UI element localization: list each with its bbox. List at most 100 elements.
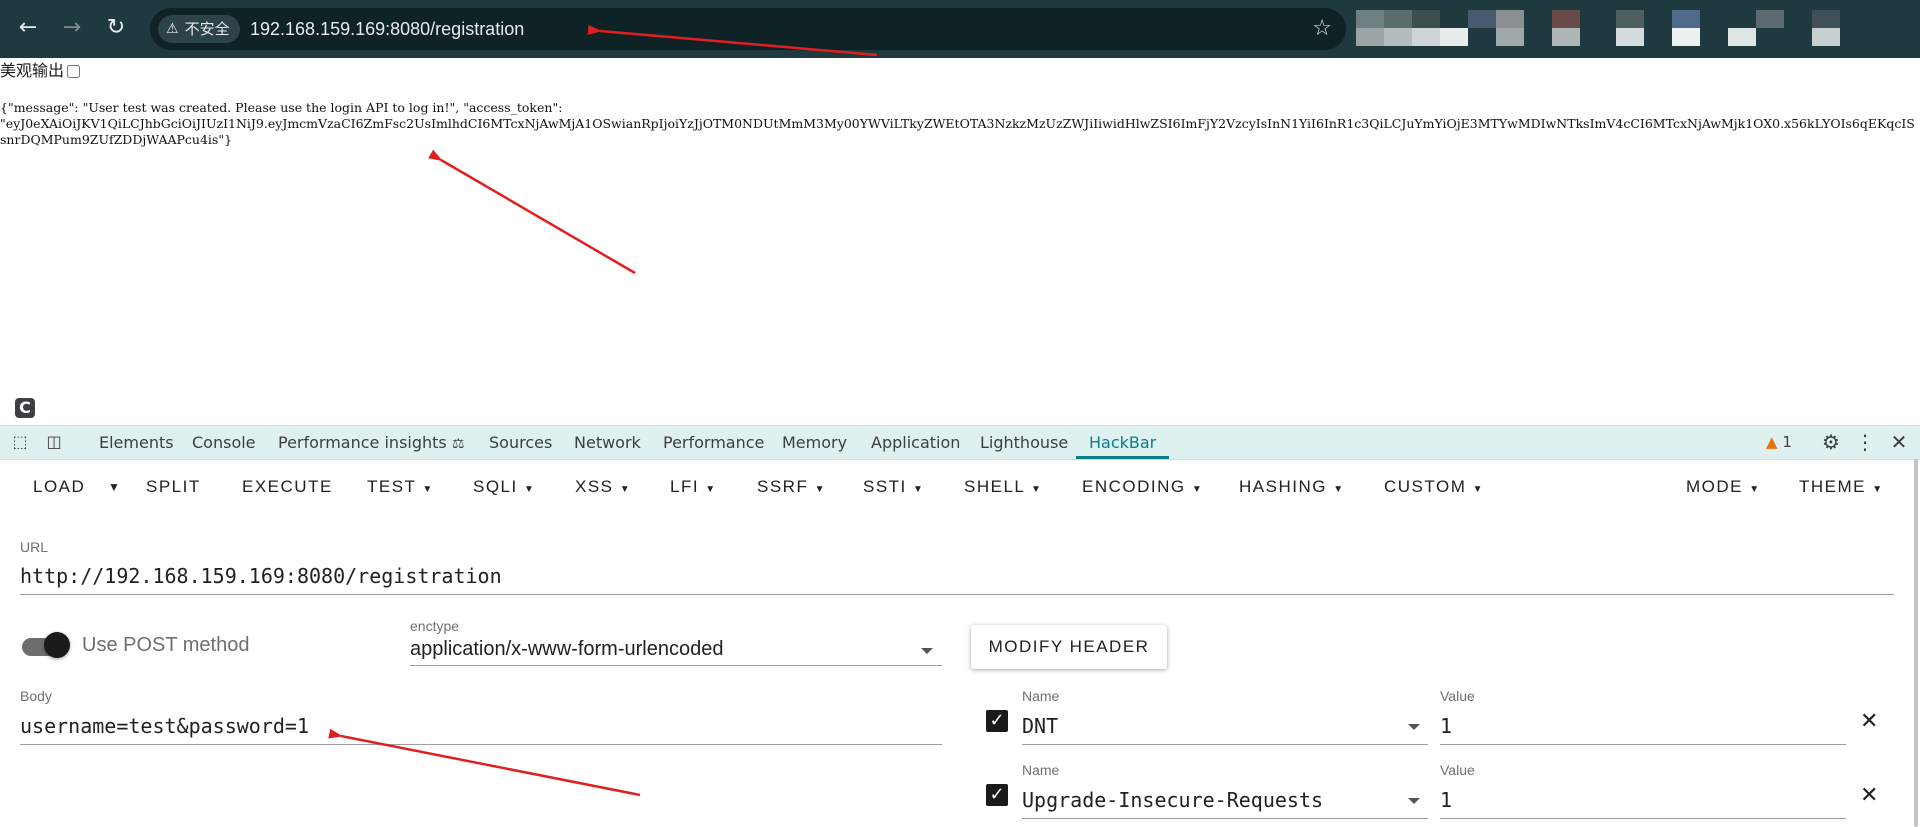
shell-menu[interactable]: SHELL ▼ — [964, 459, 1042, 515]
header-2-name-label: Name — [1022, 762, 1060, 778]
body-field-label: Body — [20, 688, 52, 704]
header-2-value-field[interactable]: 1 — [1440, 788, 1452, 812]
header-1-name-field[interactable]: DNT — [1022, 714, 1058, 738]
header-2-name-underline — [1022, 818, 1428, 819]
warning-count: 1 — [1782, 433, 1792, 451]
custom-menu[interactable]: CUSTOM ▼ — [1384, 459, 1484, 515]
hackbar-scrollbar[interactable] — [1914, 459, 1918, 827]
tab-elements[interactable]: Elements — [99, 426, 174, 459]
forward-button[interactable]: → — [56, 12, 88, 44]
split-button[interactable]: SPLIT — [146, 459, 201, 515]
post-toggle-switch[interactable] — [44, 632, 70, 658]
header-2-value-underline — [1440, 818, 1846, 819]
header-1-value-field[interactable]: 1 — [1440, 714, 1452, 738]
back-button[interactable]: ← — [12, 12, 44, 44]
settings-gear-icon[interactable]: ⚙ — [1820, 432, 1842, 452]
test-label: TEST — [367, 477, 417, 496]
bookmark-star-icon[interactable]: ☆ — [1312, 8, 1332, 50]
theme-menu[interactable]: THEME ▼ — [1799, 459, 1884, 515]
enctype-select[interactable]: application/x-www-form-urlencoded — [410, 638, 723, 661]
custom-label: CUSTOM — [1384, 477, 1467, 496]
blurred-extension-icons — [1356, 10, 1916, 56]
sqli-label: SQLI — [473, 477, 518, 496]
tab-network[interactable]: Network — [574, 426, 641, 459]
body-field[interactable]: username=test&password=1 — [20, 714, 309, 738]
modify-header-button[interactable]: MODIFY HEADER — [971, 625, 1167, 669]
ssrf-label: SSRF — [757, 477, 809, 496]
chevron-down-icon: ▼ — [1333, 484, 1345, 495]
load-dropdown-icon[interactable]: ▼ — [108, 459, 121, 515]
execute-button[interactable]: EXECUTE — [242, 459, 333, 515]
beautify-label: 美观输出 — [0, 61, 65, 80]
tab-application[interactable]: Application — [871, 426, 960, 459]
tab-console[interactable]: Console — [192, 426, 256, 459]
use-post-label: Use POST method — [82, 634, 250, 656]
header-2-checkbox[interactable]: ✓ — [986, 784, 1008, 806]
test-menu[interactable]: TEST ▼ — [367, 459, 434, 515]
arrow-left-icon: ← — [18, 15, 38, 40]
tab-performance-insights[interactable]: Performance insights ⚖ — [278, 426, 464, 459]
url-field-label: URL — [20, 539, 49, 555]
security-chip[interactable]: ⚠ 不安全 — [158, 15, 240, 43]
devtools-tabbar: ⬚ ◫ Elements Console Performance insight… — [0, 425, 1920, 460]
url-text[interactable]: 192.168.159.169:8080/registration — [250, 8, 524, 50]
device-toolbar-icon[interactable]: ◫ — [43, 432, 65, 452]
warnings-counter[interactable]: ▲ 1 — [1766, 426, 1792, 459]
tab-memory[interactable]: Memory — [782, 426, 847, 459]
hackbar-toolbar: LOAD ▼ SPLIT EXECUTE TEST ▼ SQLI ▼ XSS ▼… — [0, 459, 1920, 515]
warning-triangle-icon: ▲ — [1766, 433, 1778, 451]
mode-label: MODE — [1686, 477, 1743, 496]
chevron-down-icon[interactable] — [1408, 798, 1420, 804]
header-1-checkbox[interactable]: ✓ — [986, 710, 1008, 732]
header-1-name-label: Name — [1022, 688, 1060, 704]
close-devtools-icon[interactable]: ✕ — [1888, 432, 1910, 452]
flask-icon: ⚖ — [451, 436, 465, 452]
inspect-element-icon[interactable]: ⬚ — [9, 432, 31, 452]
browser-toolbar: ← → ↻ ⚠ 不安全 192.168.159.169:8080/registr… — [0, 0, 1920, 58]
ssti-label: SSTI — [863, 477, 907, 496]
header-1-name-underline — [1022, 744, 1428, 745]
chevron-down-icon: ▼ — [422, 484, 434, 495]
chevron-down-icon: ▼ — [814, 484, 826, 495]
annotation-arrow-response — [428, 149, 636, 275]
remove-header-1-close-icon[interactable]: ✕ — [1860, 711, 1878, 733]
hashing-label: HASHING — [1239, 477, 1327, 496]
encoding-label: ENCODING — [1082, 477, 1186, 496]
chevron-down-icon[interactable] — [921, 648, 933, 654]
chevron-down-icon: ▼ — [1749, 484, 1761, 495]
chevron-down-icon: ▼ — [1872, 484, 1884, 495]
beautify-output-toggle[interactable]: 美观输出 — [0, 60, 81, 82]
ssti-menu[interactable]: SSTI ▼ — [863, 459, 924, 515]
more-options-icon[interactable]: ⋮ — [1854, 432, 1876, 452]
tab-hackbar[interactable]: HackBar — [1076, 426, 1170, 459]
ssrf-menu[interactable]: SSRF ▼ — [757, 459, 826, 515]
hashing-menu[interactable]: HASHING ▼ — [1239, 459, 1345, 515]
tab-lighthouse[interactable]: Lighthouse — [980, 426, 1068, 459]
header-2-name-field[interactable]: Upgrade-Insecure-Requests — [1022, 788, 1323, 812]
reload-button[interactable]: ↻ — [100, 12, 132, 44]
enctype-label: enctype — [410, 618, 460, 634]
load-button[interactable]: LOAD — [33, 459, 85, 515]
shell-label: SHELL — [964, 477, 1025, 496]
chevron-down-icon: ▼ — [1472, 484, 1484, 495]
encoding-menu[interactable]: ENCODING ▼ — [1082, 459, 1203, 515]
beautify-checkbox[interactable] — [67, 64, 81, 78]
sqli-menu[interactable]: SQLI ▼ — [473, 459, 535, 515]
chevron-down-icon[interactable] — [1408, 724, 1420, 730]
address-bar[interactable]: ⚠ 不安全 192.168.159.169:8080/registration … — [150, 8, 1346, 50]
warning-triangle-icon: ⚠ — [166, 21, 179, 37]
xss-menu[interactable]: XSS ▼ — [575, 459, 631, 515]
tab-performance[interactable]: Performance — [663, 426, 764, 459]
json-response: {"message": "User test was created. Plea… — [0, 100, 1915, 147]
security-label: 不安全 — [184, 20, 230, 38]
body-field-underline — [20, 744, 942, 745]
tab-sources[interactable]: Sources — [489, 426, 552, 459]
url-field[interactable]: http://192.168.159.169:8080/registration — [20, 564, 502, 588]
header-1-value-label: Value — [1440, 688, 1475, 704]
lfi-menu[interactable]: LFI ▼ — [670, 459, 717, 515]
extension-c-icon[interactable]: C — [15, 398, 35, 418]
mode-menu[interactable]: MODE ▼ — [1686, 459, 1761, 515]
remove-header-2-close-icon[interactable]: ✕ — [1860, 785, 1878, 807]
url-field-underline — [20, 594, 1894, 595]
arrow-right-icon: → — [62, 15, 82, 40]
